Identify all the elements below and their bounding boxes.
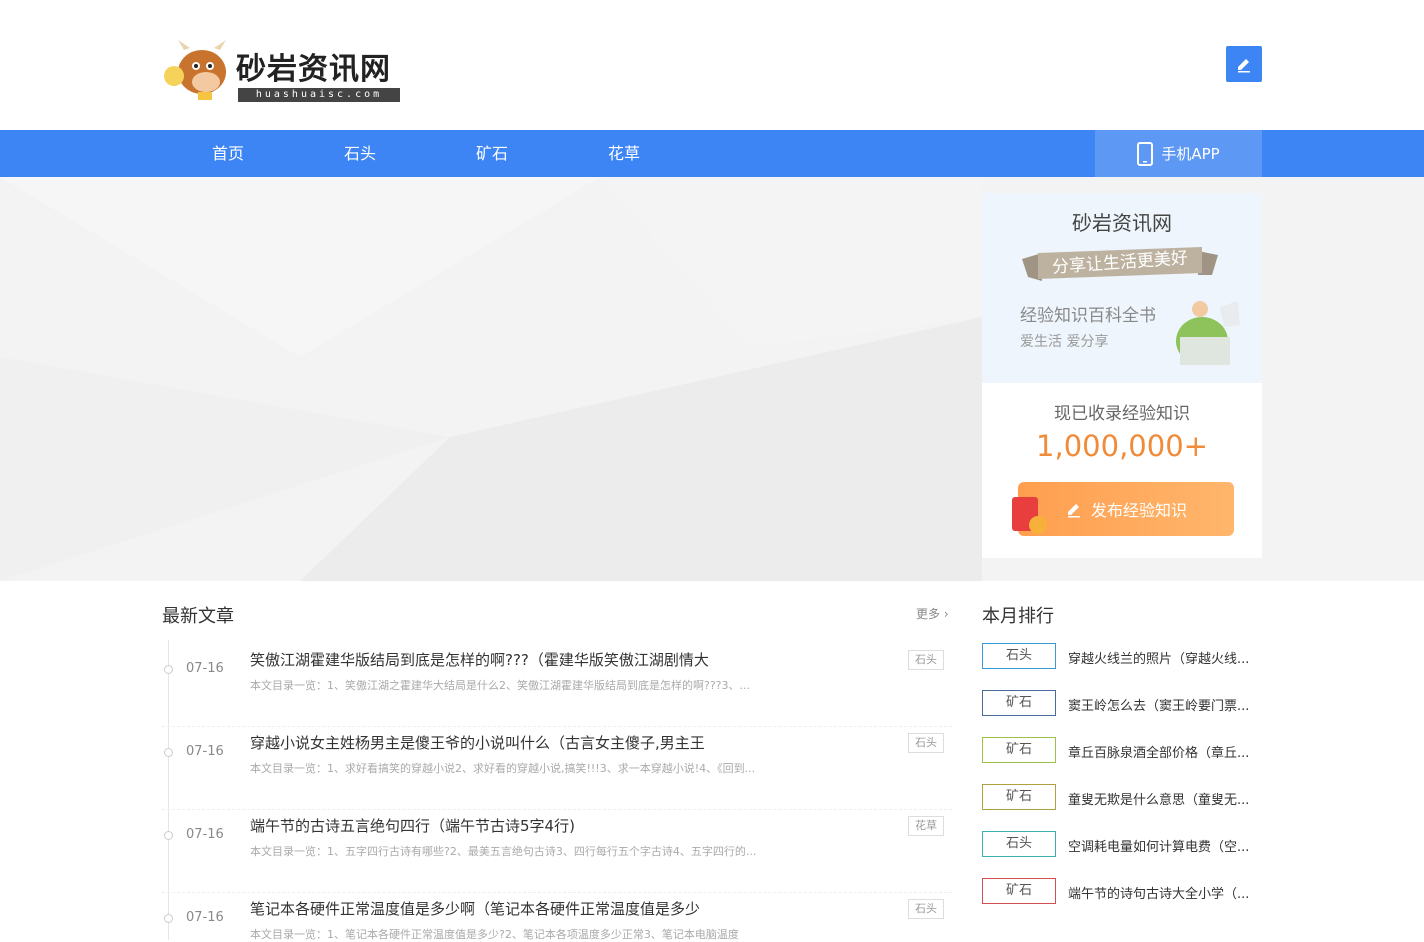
- promo-title: 砂岩资讯网: [1072, 211, 1172, 235]
- ranking-title[interactable]: 章丘百脉泉酒全部价格（章丘...: [1068, 742, 1262, 761]
- site-domain: huashuaisc.com: [238, 88, 400, 102]
- nav-item-ore[interactable]: 矿石: [426, 130, 558, 177]
- promo-ribbon: 分享让生活更美好: [1022, 245, 1218, 281]
- nav-item-home[interactable]: 首页: [162, 130, 294, 177]
- promo-slogan: 爱生活 爱分享: [1020, 334, 1109, 350]
- mobile-app-link[interactable]: 手机APP: [1095, 130, 1262, 177]
- banner-background: [0, 177, 982, 581]
- cow-mascot-icon: [164, 40, 226, 100]
- chevron-right-icon: ›: [943, 607, 949, 621]
- ranking-item[interactable]: 矿石 端午节的诗句古诗大全小学（...: [982, 878, 1262, 906]
- timeline-dot: [164, 748, 173, 757]
- ranking-item[interactable]: 石头 空调耗电量如何计算电费（空...: [982, 831, 1262, 859]
- article-date: 07-16: [186, 744, 224, 759]
- pencil-icon: [1238, 59, 1250, 73]
- article-category-tag[interactable]: 石头: [908, 733, 944, 753]
- article-item[interactable]: 07-16 端午节的古诗五言绝句四行（端午节古诗5字4行) 本文目录一览：1、五…: [162, 811, 952, 893]
- timeline-dot: [164, 831, 173, 840]
- article-title[interactable]: 笑傲江湖霍建华版结局到底是怎样的啊???（霍建华版笑傲江湖剧情大: [250, 649, 890, 670]
- sidebar-promo-card: 砂岩资讯网 分享让生活更美好 经验知识百科全书 爱生活 爱分享 现已收录经验知识…: [982, 193, 1262, 558]
- nav-item-flowers[interactable]: 花草: [558, 130, 690, 177]
- article-category-tag[interactable]: 花草: [908, 816, 944, 836]
- article-date: 07-16: [186, 910, 224, 925]
- timeline-dot: [164, 665, 173, 674]
- article-excerpt: 本文目录一览：1、笔记本各硬件正常温度值是多少?2、笔记本各项温度多少正常3、笔…: [250, 928, 739, 941]
- ranking-category-tag[interactable]: 石头: [982, 643, 1056, 669]
- phone-icon: [1137, 141, 1154, 166]
- article-excerpt: 本文目录一览：1、求好看搞笑的穿越小说2、求好看的穿越小说,搞笑!!!3、求一本…: [250, 762, 756, 775]
- site-logo[interactable]: 砂岩资讯网 huashuaisc.com: [162, 36, 402, 104]
- ranking-title[interactable]: 窦王岭怎么去（窦王岭要门票...: [1068, 695, 1262, 714]
- ranking-title[interactable]: 穿越火线兰的照片（穿越火线...: [1068, 648, 1262, 667]
- more-label: 更多: [916, 607, 941, 621]
- monthly-ranking-title: 本月排行: [982, 606, 1054, 627]
- promo-subtitle: 经验知识百科全书: [1020, 306, 1156, 326]
- pencil-icon: [1067, 504, 1080, 518]
- ranking-item[interactable]: 石头 穿越火线兰的照片（穿越火线...: [982, 643, 1262, 671]
- ranking-category-tag[interactable]: 矿石: [982, 784, 1056, 810]
- collected-count-label: 现已收录经验知识: [1054, 404, 1190, 424]
- article-title[interactable]: 端午节的古诗五言绝句四行（端午节古诗5字4行): [250, 815, 890, 836]
- promo-top: 砂岩资讯网 分享让生活更美好 经验知识百科全书 爱生活 爱分享: [982, 193, 1262, 383]
- article-category-tag[interactable]: 石头: [908, 650, 944, 670]
- ranking-title[interactable]: 童叟无欺是什么意思（童叟无...: [1068, 789, 1262, 808]
- ranking-category-tag[interactable]: 矿石: [982, 690, 1056, 716]
- ranking-item[interactable]: 矿石 窦王岭怎么去（窦王岭要门票...: [982, 690, 1262, 718]
- reader-figure-icon: [1176, 301, 1240, 365]
- latest-articles-title: 最新文章: [162, 606, 234, 627]
- nav-item-stone[interactable]: 石头: [294, 130, 426, 177]
- article-title[interactable]: 笔记本各硬件正常温度值是多少啊（笔记本各硬件正常温度值是多少: [250, 898, 890, 919]
- article-item[interactable]: 07-16 笑傲江湖霍建华版结局到底是怎样的啊???（霍建华版笑傲江湖剧情大 本…: [162, 645, 952, 727]
- collected-count: 1,000,000+: [1036, 429, 1208, 463]
- article-item[interactable]: 07-16 穿越小说女主姓杨男主是傻王爷的小说叫什么（古言女主傻子,男主王 本文…: [162, 728, 952, 810]
- site-name: 砂岩资讯网: [236, 52, 391, 87]
- ranking-item[interactable]: 矿石 章丘百脉泉酒全部价格（章丘...: [982, 737, 1262, 765]
- more-articles-link[interactable]: 更多 ›: [916, 605, 949, 622]
- article-date: 07-16: [186, 661, 224, 676]
- article-date: 07-16: [186, 827, 224, 842]
- article-title[interactable]: 穿越小说女主姓杨男主是傻王爷的小说叫什么（古言女主傻子,男主王: [250, 732, 890, 753]
- article-category-tag[interactable]: 石头: [908, 899, 944, 919]
- publish-knowledge-button[interactable]: 发布经验知识: [1018, 482, 1234, 536]
- article-item[interactable]: 07-16 笔记本各硬件正常温度值是多少啊（笔记本各硬件正常温度值是多少 本文目…: [162, 894, 952, 941]
- hero-banner: 砂岩资讯网 分享让生活更美好 经验知识百科全书 爱生活 爱分享 现已收录经验知识…: [0, 177, 1424, 581]
- article-excerpt: 本文目录一览：1、五字四行古诗有哪些?2、最美五言绝句古诗3、四行每行五个字古诗…: [250, 845, 757, 858]
- ranking-title[interactable]: 端午节的诗句古诗大全小学（...: [1068, 883, 1262, 902]
- ranking-title[interactable]: 空调耗电量如何计算电费（空...: [1068, 836, 1262, 855]
- article-excerpt: 本文目录一览：1、笑傲江湖之霍建华大结局是什么2、笑傲江湖霍建华版结局到底是怎样…: [250, 679, 750, 692]
- timeline-dot: [164, 914, 173, 923]
- site-header: 砂岩资讯网 huashuaisc.com: [0, 0, 1424, 130]
- main-nav: 首页 石头 矿石 花草 手机APP: [0, 130, 1424, 177]
- ranking-category-tag[interactable]: 矿石: [982, 737, 1056, 763]
- publish-label: 发布经验知识: [1090, 501, 1187, 520]
- red-envelope-icon: [1012, 497, 1047, 534]
- ranking-category-tag[interactable]: 石头: [982, 831, 1056, 857]
- write-article-button[interactable]: [1226, 46, 1262, 82]
- mobile-app-label: 手机APP: [1161, 145, 1220, 163]
- ranking-category-tag[interactable]: 矿石: [982, 878, 1056, 904]
- ranking-item[interactable]: 矿石 童叟无欺是什么意思（童叟无...: [982, 784, 1262, 812]
